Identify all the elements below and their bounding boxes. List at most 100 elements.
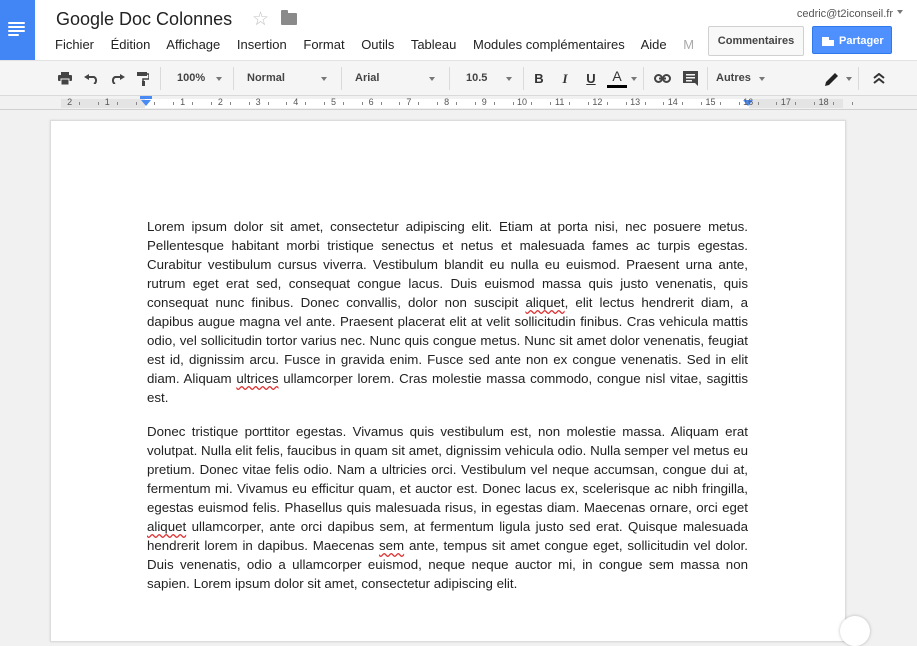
text-color-letter: A: [612, 68, 622, 84]
paint-format-icon[interactable]: [133, 61, 153, 96]
ruler-tick: [173, 102, 175, 105]
ruler-tick: [456, 102, 458, 105]
folder-icon[interactable]: [281, 10, 297, 25]
style-select[interactable]: Normal: [247, 61, 329, 96]
font-select[interactable]: Arial: [355, 61, 437, 96]
ruler-label: 2: [67, 97, 73, 107]
ruler-tick: [531, 102, 533, 105]
ruler-tick: [79, 102, 81, 105]
ruler-tick: [192, 102, 194, 105]
menu-insertion[interactable]: Insertion: [237, 37, 287, 52]
ruler-tick: [644, 102, 646, 105]
ruler-label: 17: [780, 97, 791, 107]
zoom-select[interactable]: 100%: [177, 61, 227, 96]
document-page[interactable]: Lorem ipsum dolor sit amet, consectetur …: [50, 120, 846, 642]
star-icon[interactable]: ☆: [252, 8, 269, 31]
redo-icon[interactable]: [107, 61, 127, 96]
menu-affichage[interactable]: Affichage: [166, 37, 220, 52]
misspelled-word[interactable]: aliquet: [147, 519, 186, 534]
italic-button[interactable]: I: [556, 61, 574, 96]
ruler-tick: [248, 102, 250, 105]
more-label: Autres: [716, 72, 751, 84]
ruler-tick: [682, 102, 684, 105]
ruler-label: 16: [743, 97, 754, 107]
chevron-down-icon[interactable]: [631, 77, 637, 81]
ruler-label: 11: [555, 97, 565, 107]
menu-format[interactable]: Format: [303, 37, 344, 52]
collapse-menus-icon[interactable]: [869, 61, 889, 96]
ruler-tick: [342, 102, 344, 105]
ruler[interactable]: 2 1 1 2 3 4 5 6 7 8 9 10 11 12 13 14 15 16 17 18: [0, 96, 917, 110]
first-line-indent-handle[interactable]: [140, 96, 152, 99]
more-select[interactable]: Autres: [716, 61, 771, 96]
share-button-label: Partager: [839, 35, 884, 47]
ruler-tick: [814, 102, 816, 105]
chevron-down-icon: [506, 77, 512, 81]
menu-aide[interactable]: Aide: [641, 37, 667, 52]
ruler-tick: [229, 102, 231, 105]
explore-button[interactable]: [840, 616, 870, 646]
ruler-tick: [286, 102, 288, 105]
doc-header: Google Doc Colonnes ☆ cedric@t2iconseil.…: [0, 0, 917, 60]
undo-icon[interactable]: [81, 61, 101, 96]
ruler-tick: [795, 102, 797, 105]
comments-button[interactable]: Commentaires: [708, 26, 804, 56]
paragraph-2[interactable]: Donec tristique porttitor egestas. Vivam…: [147, 422, 748, 593]
ruler-tick: [380, 102, 382, 105]
ruler-label: 5: [330, 97, 336, 107]
ruler-tick: [267, 102, 269, 105]
docs-home-icon[interactable]: [0, 0, 35, 60]
menu-fichier[interactable]: Fichier: [55, 37, 94, 52]
ruler-tick: [305, 102, 307, 105]
ruler-tick: [701, 102, 703, 105]
share-building-icon: [822, 35, 834, 46]
print-icon[interactable]: [55, 61, 75, 96]
ruler-tick: [512, 102, 514, 105]
ruler-tick: [493, 102, 495, 105]
chevron-down-icon: [759, 77, 765, 81]
ruler-tick: [210, 102, 212, 105]
document-body[interactable]: Lorem ipsum dolor sit amet, consectetur …: [147, 217, 748, 608]
ruler-tick: [437, 102, 439, 105]
ruler-label: 13: [630, 97, 641, 107]
ruler-tick: [757, 102, 759, 105]
chevron-down-icon: [321, 77, 327, 81]
chevron-down-icon[interactable]: [846, 77, 852, 81]
user-email[interactable]: cedric@t2iconseil.fr: [797, 8, 893, 20]
insert-comment-icon[interactable]: [680, 61, 700, 96]
ruler-tick: [663, 102, 665, 105]
left-indent-handle[interactable]: [141, 100, 151, 106]
bold-button[interactable]: B: [530, 61, 548, 96]
font-size-value: 10.5: [466, 72, 488, 84]
chevron-down-icon: [429, 77, 435, 81]
ruler-label: 9: [481, 97, 487, 107]
ruler-label: 15: [705, 97, 716, 107]
pencil-icon[interactable]: [822, 61, 842, 96]
account-caret-icon[interactable]: [897, 10, 903, 14]
menu-overflow[interactable]: M: [683, 37, 694, 52]
menu-outils[interactable]: Outils: [361, 37, 394, 52]
ruler-tick: [361, 102, 363, 105]
text-color-button[interactable]: A: [606, 61, 628, 96]
doc-title[interactable]: Google Doc Colonnes: [56, 9, 232, 30]
ruler-tick: [625, 102, 627, 105]
misspelled-word[interactable]: aliquet: [525, 295, 564, 310]
menu-bar: Fichier Édition Affichage Insertion Form…: [55, 37, 707, 52]
font-size-select[interactable]: 10.5: [466, 61, 516, 96]
misspelled-word[interactable]: ultrices: [236, 371, 278, 386]
ruler-tick: [474, 102, 476, 105]
menu-edition[interactable]: Édition: [111, 37, 151, 52]
paragraph-1[interactable]: Lorem ipsum dolor sit amet, consectetur …: [147, 217, 748, 407]
ruler-tick: [550, 102, 552, 105]
ruler-tick: [116, 102, 118, 105]
menu-tableau[interactable]: Tableau: [411, 37, 457, 52]
menu-modules[interactable]: Modules complémentaires: [473, 37, 625, 52]
ruler-label: 7: [406, 97, 412, 107]
ruler-tick: [154, 102, 156, 105]
misspelled-word[interactable]: sem: [379, 538, 404, 553]
underline-button[interactable]: U: [582, 61, 600, 96]
share-button[interactable]: Partager: [812, 26, 892, 54]
ruler-label: 8: [444, 97, 450, 107]
link-icon[interactable]: [652, 61, 672, 96]
ruler-tick: [418, 102, 420, 105]
